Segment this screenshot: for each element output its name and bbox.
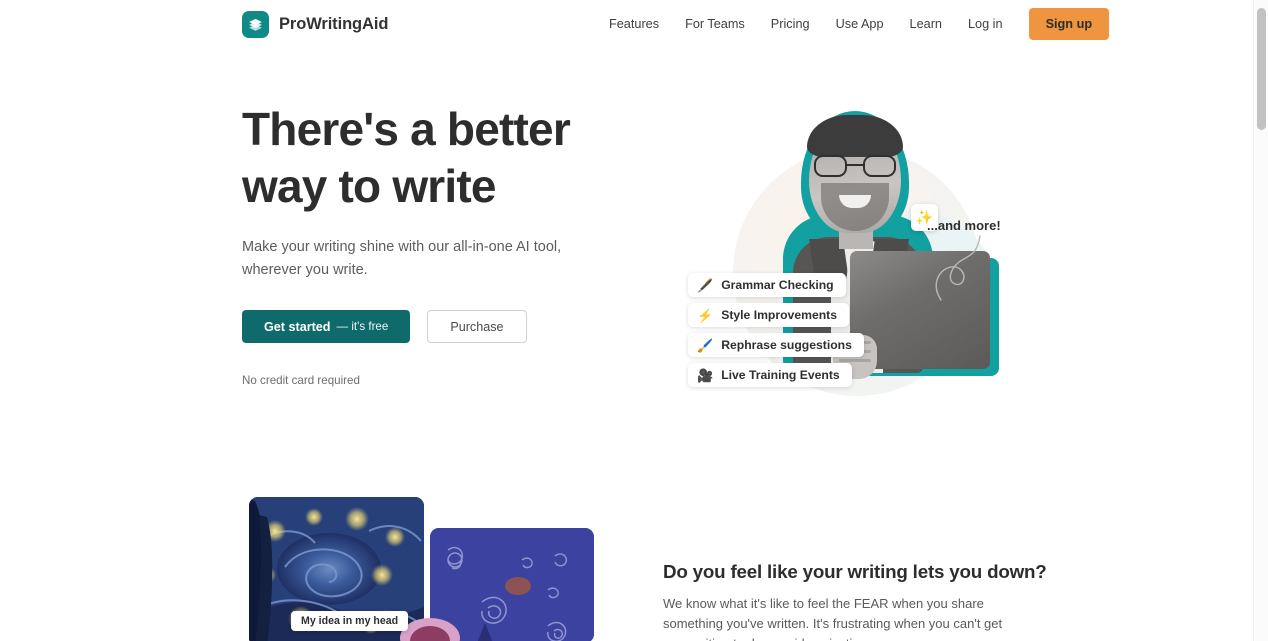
chip-label: Live Training Events: [721, 368, 840, 382]
nav-item-for-teams[interactable]: For Teams: [672, 11, 758, 37]
hero-actions: Get started — it's free Purchase: [242, 310, 622, 343]
purchase-button[interactable]: Purchase: [427, 310, 527, 343]
chip-grammar-checking[interactable]: 🖋️ Grammar Checking: [688, 273, 846, 297]
chip-live-training-events[interactable]: 🎥 Live Training Events: [688, 363, 852, 387]
and-more-annotation: ...and more!: [927, 218, 1001, 233]
movie-camera-icon: 🎥: [697, 367, 714, 383]
stacked-books-icon: [242, 10, 269, 38]
get-started-button[interactable]: Get started — it's free: [242, 310, 411, 343]
curly-arrow-icon: [935, 235, 981, 301]
feature-chip-list: 🖋️ Grammar Checking ⚡ Style Improvements…: [688, 273, 864, 387]
chip-label: Grammar Checking: [721, 278, 834, 292]
hero-section: There's a better way to write Make your …: [0, 48, 1253, 478]
fountain-pen-icon: 🖋️: [697, 277, 714, 293]
hero-copy: There's a better way to write Make your …: [242, 101, 622, 387]
brand-logo-link[interactable]: ProWritingAid: [242, 10, 389, 38]
section-heading: Do you feel like your writing lets you d…: [663, 561, 1047, 582]
chip-label: Rephrase suggestions: [721, 338, 852, 352]
glasses-lens-left: [814, 155, 847, 177]
nav-item-pricing[interactable]: Pricing: [758, 11, 823, 37]
writing-lets-you-down-section: Do you feel like your writing lets you d…: [0, 478, 1253, 641]
paintbrush-icon: 🖌️: [697, 337, 714, 353]
page-title: There's a better way to write: [242, 101, 622, 215]
my-idea-label: My idea in my head: [291, 611, 409, 631]
hero-title-line-2: way to write: [242, 160, 496, 212]
glasses-icon: [814, 155, 896, 177]
hero-subtitle: Make your writing shine with our all-in-…: [242, 239, 562, 278]
brand-name: ProWritingAid: [279, 14, 389, 33]
section-paragraph: We know what it's like to feel the FEAR …: [663, 596, 1003, 641]
main-navigation: Features For Teams Pricing Use App Learn…: [596, 8, 1110, 40]
page-scrollbar[interactable]: [1253, 0, 1268, 641]
no-credit-card-note: No credit card required: [242, 374, 360, 387]
glasses-lens-right: [863, 155, 896, 177]
get-started-label: Get started: [264, 319, 331, 334]
sketch-panel: [430, 528, 594, 641]
site-header: ProWritingAid Features For Teams Pricing…: [0, 0, 1253, 48]
nav-item-features[interactable]: Features: [596, 11, 672, 37]
get-started-sublabel: — it's free: [336, 320, 389, 333]
hero-title-line-1: There's a better: [242, 103, 571, 155]
chip-rephrase-suggestions[interactable]: 🖌️ Rephrase suggestions: [688, 333, 864, 357]
nav-item-log-in[interactable]: Log in: [955, 11, 1016, 37]
glasses-bridge: [847, 164, 863, 167]
nav-item-use-app[interactable]: Use App: [823, 11, 897, 37]
landing-page: ProWritingAid Features For Teams Pricing…: [0, 0, 1268, 641]
chip-label: Style Improvements: [721, 308, 838, 322]
scrollbar-thumb[interactable]: [1257, 8, 1266, 130]
sign-up-button[interactable]: Sign up: [1028, 8, 1110, 40]
chip-style-improvements[interactable]: ⚡ Style Improvements: [688, 303, 850, 327]
section-copy: Do you feel like your writing lets you d…: [663, 561, 1047, 641]
nav-item-learn[interactable]: Learn: [897, 11, 955, 37]
lightning-bolt-icon: ⚡: [697, 307, 714, 323]
person-hair: [807, 115, 903, 157]
hero-illustration: ✨ ...and more! 🖋️ Grammar Checking ⚡ Sty…: [655, 103, 1035, 438]
